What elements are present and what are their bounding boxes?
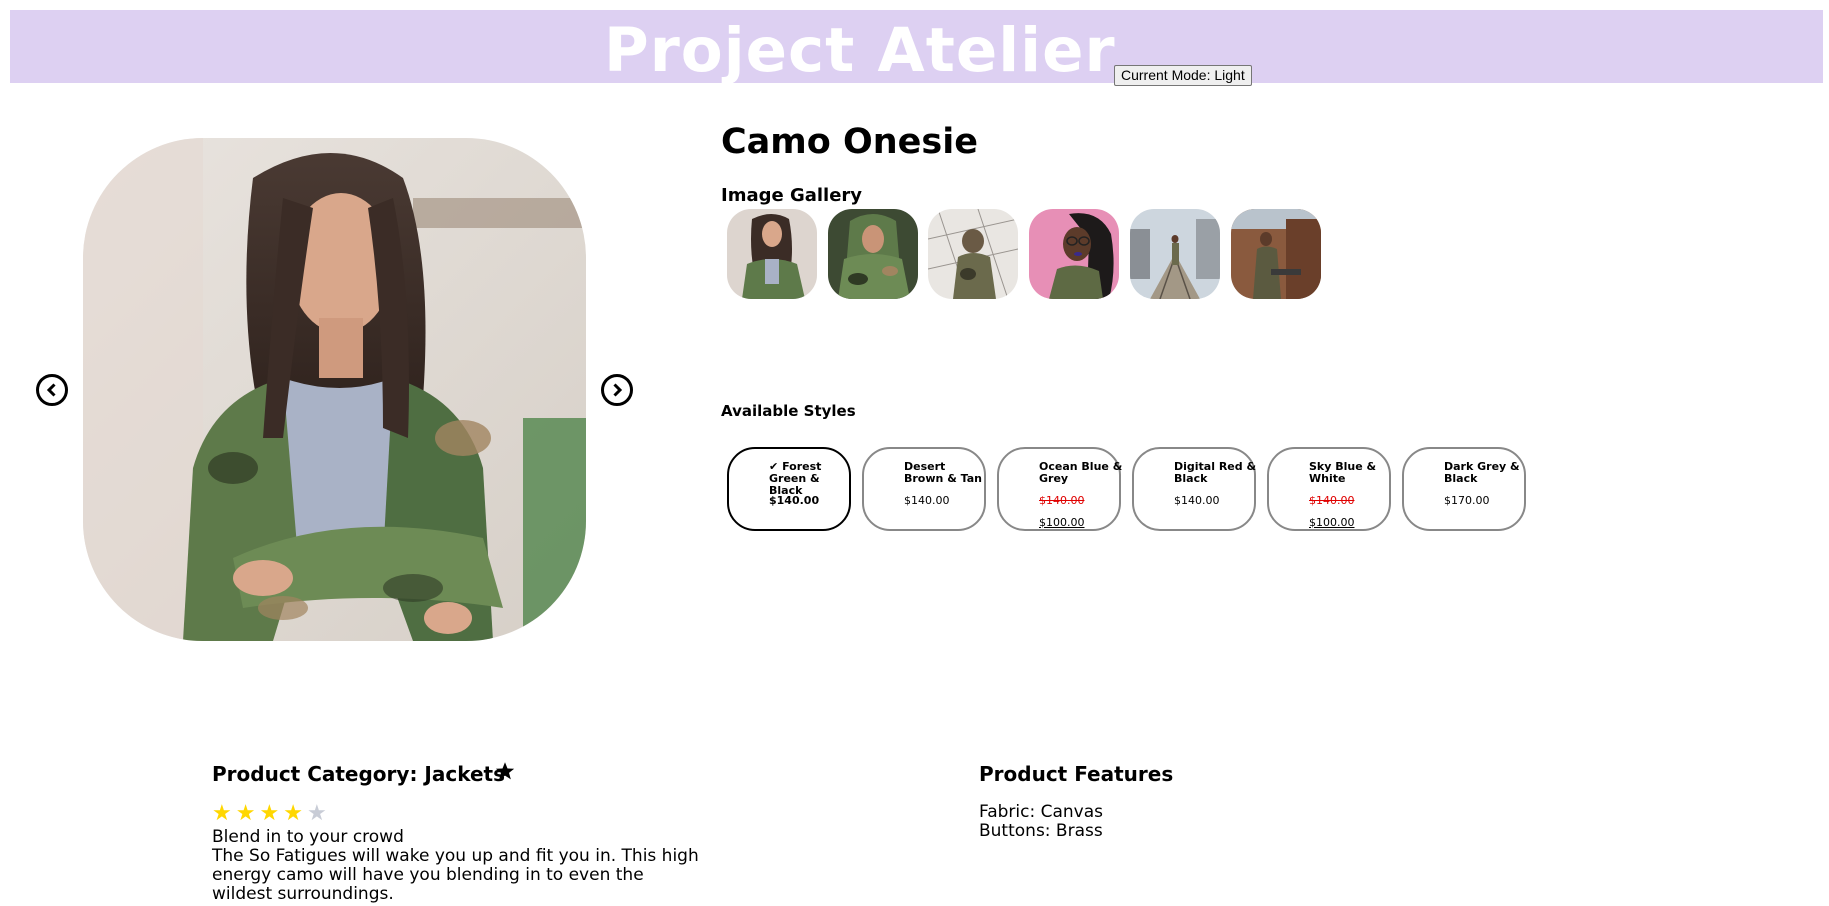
style-option-sky-blue-white[interactable]: Sky Blue & White $140.00 $100.00 (1267, 447, 1391, 531)
star-empty-icon: ★ (306, 801, 327, 826)
thumbnail-camo-figure-fence[interactable] (928, 209, 1018, 299)
chevron-right-icon (613, 383, 623, 397)
star-rating: ★ ★ ★ ★ ★ (212, 802, 327, 826)
gallery-heading: Image Gallery (721, 185, 863, 206)
site-title: Project Atelier (604, 15, 1116, 86)
thumbnail-woman-pink-backdrop[interactable] (1029, 209, 1119, 299)
star-filled-icon: ★ (235, 801, 256, 826)
star-filled-icon: ★ (259, 801, 280, 826)
star-filled-icon: ★ (212, 801, 232, 826)
style-name: Desert Brown & Tan (904, 460, 982, 485)
styles-heading: Available Styles (721, 402, 856, 420)
star-filled-icon: ★ (283, 801, 303, 826)
style-price: $140.00 (769, 494, 820, 507)
style-price: $140.00 (904, 494, 950, 507)
style-name: Sky Blue & White (1309, 460, 1377, 485)
product-name: Camo Onesie (721, 122, 978, 162)
theme-mode-button[interactable]: Current Mode: Light (1114, 65, 1252, 86)
feature-item: Fabric: Canvas (979, 802, 1104, 822)
carousel-next-button[interactable] (601, 374, 633, 406)
product-category: Product Category: Jackets (212, 762, 505, 786)
style-option-desert-brown-tan[interactable]: Desert Brown & Tan $140.00 (862, 447, 986, 531)
carousel-prev-button[interactable] (36, 374, 68, 406)
style-sale-price: $100.00 (1309, 516, 1355, 529)
thumbnail-woman-camo-jacket[interactable] (727, 209, 817, 299)
style-name: Ocean Blue & Grey (1039, 460, 1123, 485)
style-price: $140.00 (1174, 494, 1220, 507)
thumbnail-person-rail-tracks[interactable] (1130, 209, 1220, 299)
favorite-star-button[interactable] (495, 761, 515, 785)
features-heading: Product Features (979, 762, 1174, 786)
style-name: Digital Red & Black (1174, 460, 1257, 485)
style-original-price: $140.00 (1309, 494, 1355, 507)
style-option-dark-grey-black[interactable]: Dark Grey & Black $170.00 (1402, 447, 1526, 531)
site-header: Project Atelier Current Mode: Light (10, 10, 1823, 86)
product-slogan: Blend in to your crowd (212, 827, 404, 847)
main-product-image (83, 138, 586, 641)
style-option-forest-green-black[interactable]: ✔ Forest Green & Black $140.00 (727, 447, 851, 531)
chevron-left-icon (46, 383, 56, 397)
thumbnail-person-brick-wall[interactable] (1231, 209, 1321, 299)
style-name: Dark Grey & Black (1444, 460, 1520, 485)
feature-item: Buttons: Brass (979, 821, 1103, 841)
style-price: $170.00 (1444, 494, 1490, 507)
star-icon (495, 762, 515, 780)
style-original-price: $140.00 (1039, 494, 1085, 507)
thumbnail-woman-camo-hoodie[interactable] (828, 209, 918, 299)
style-option-ocean-blue-grey[interactable]: Ocean Blue & Grey $140.00 $100.00 (997, 447, 1123, 531)
product-description: The So Fatigues will wake you up and fit… (212, 846, 699, 904)
style-option-digital-red-black[interactable]: Digital Red & Black $140.00 (1132, 447, 1256, 531)
style-name: ✔ Forest Green & Black (769, 460, 822, 497)
style-sale-price: $100.00 (1039, 516, 1085, 529)
